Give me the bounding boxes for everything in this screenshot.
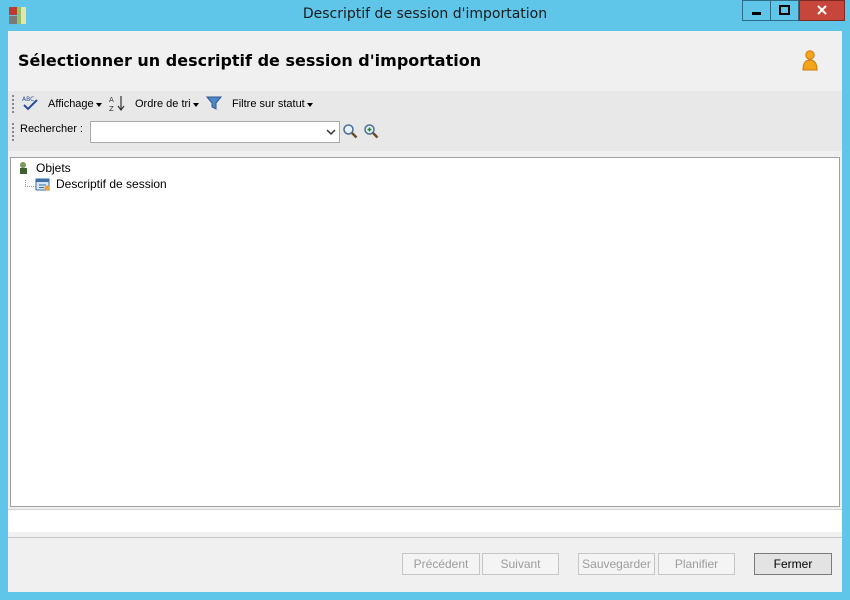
search-input[interactable] — [90, 121, 340, 143]
view-menu-label: Affichage — [48, 98, 94, 110]
save-button[interactable]: Sauvegarder — [578, 553, 655, 575]
close-button[interactable]: Fermer — [754, 553, 832, 575]
client-area: Sélectionner un descriptif de session d'… — [8, 31, 842, 592]
filter-icon[interactable] — [206, 95, 222, 111]
chevron-down-icon[interactable] — [323, 122, 339, 142]
close-window-button[interactable] — [799, 0, 845, 21]
toolbar: ABC Affichage A Z Ordre de tri Filtre su… — [8, 91, 842, 151]
schedule-button[interactable]: Planifier — [658, 553, 735, 575]
previous-button[interactable]: Précédent — [402, 553, 480, 575]
chevron-down-icon — [95, 102, 102, 107]
toolbar-grip[interactable] — [12, 95, 16, 113]
wizard-header: Sélectionner un descriptif de session d'… — [8, 31, 842, 91]
divider — [8, 537, 842, 538]
sort-order-label: Ordre de tri — [135, 98, 191, 110]
minimize-button[interactable] — [742, 0, 771, 21]
view-menu-button[interactable]: Affichage — [48, 95, 102, 113]
tree-item-label: Objets — [36, 161, 71, 175]
page-title: Sélectionner un descriptif de session d'… — [18, 51, 482, 70]
status-bar — [8, 509, 842, 532]
spellcheck-icon[interactable]: ABC — [21, 95, 39, 111]
toolbar-grip[interactable] — [12, 123, 16, 141]
svg-text:ABC: ABC — [22, 96, 34, 103]
tree-item-label: Descriptif de session — [56, 177, 167, 191]
advanced-search-icon[interactable] — [363, 123, 379, 139]
objects-folder-icon — [20, 162, 27, 174]
tree-item-session-descriptor[interactable]: Descriptif de session — [35, 177, 167, 191]
session-descriptor-icon — [35, 178, 50, 191]
maximize-button[interactable] — [770, 0, 799, 21]
object-tree[interactable]: Objets Descriptif de session — [10, 157, 840, 507]
svg-text:A: A — [109, 96, 114, 104]
next-button[interactable]: Suivant — [482, 553, 559, 575]
minimize-icon — [752, 12, 761, 15]
status-filter-menu-button[interactable]: Filtre sur statut — [232, 95, 313, 113]
sort-order-menu-button[interactable]: Ordre de tri — [135, 95, 199, 113]
window-title: Descriptif de session d'importation — [302, 6, 548, 22]
close-icon — [817, 5, 827, 15]
chevron-down-icon — [306, 102, 313, 107]
search-label: Rechercher : — [20, 123, 83, 135]
maximize-icon — [779, 5, 790, 15]
title-bar[interactable]: Descriptif de session d'importation — [0, 0, 850, 31]
search-icon[interactable] — [342, 123, 358, 139]
sort-az-icon[interactable]: A Z — [108, 94, 126, 112]
chevron-down-icon — [192, 102, 199, 107]
user-icon — [802, 50, 818, 71]
import-session-window: Descriptif de session d'importation Séle… — [0, 0, 850, 600]
tree-item-objects[interactable]: Objets — [17, 161, 71, 175]
svg-text:Z: Z — [109, 105, 114, 112]
status-filter-label: Filtre sur statut — [232, 98, 305, 110]
